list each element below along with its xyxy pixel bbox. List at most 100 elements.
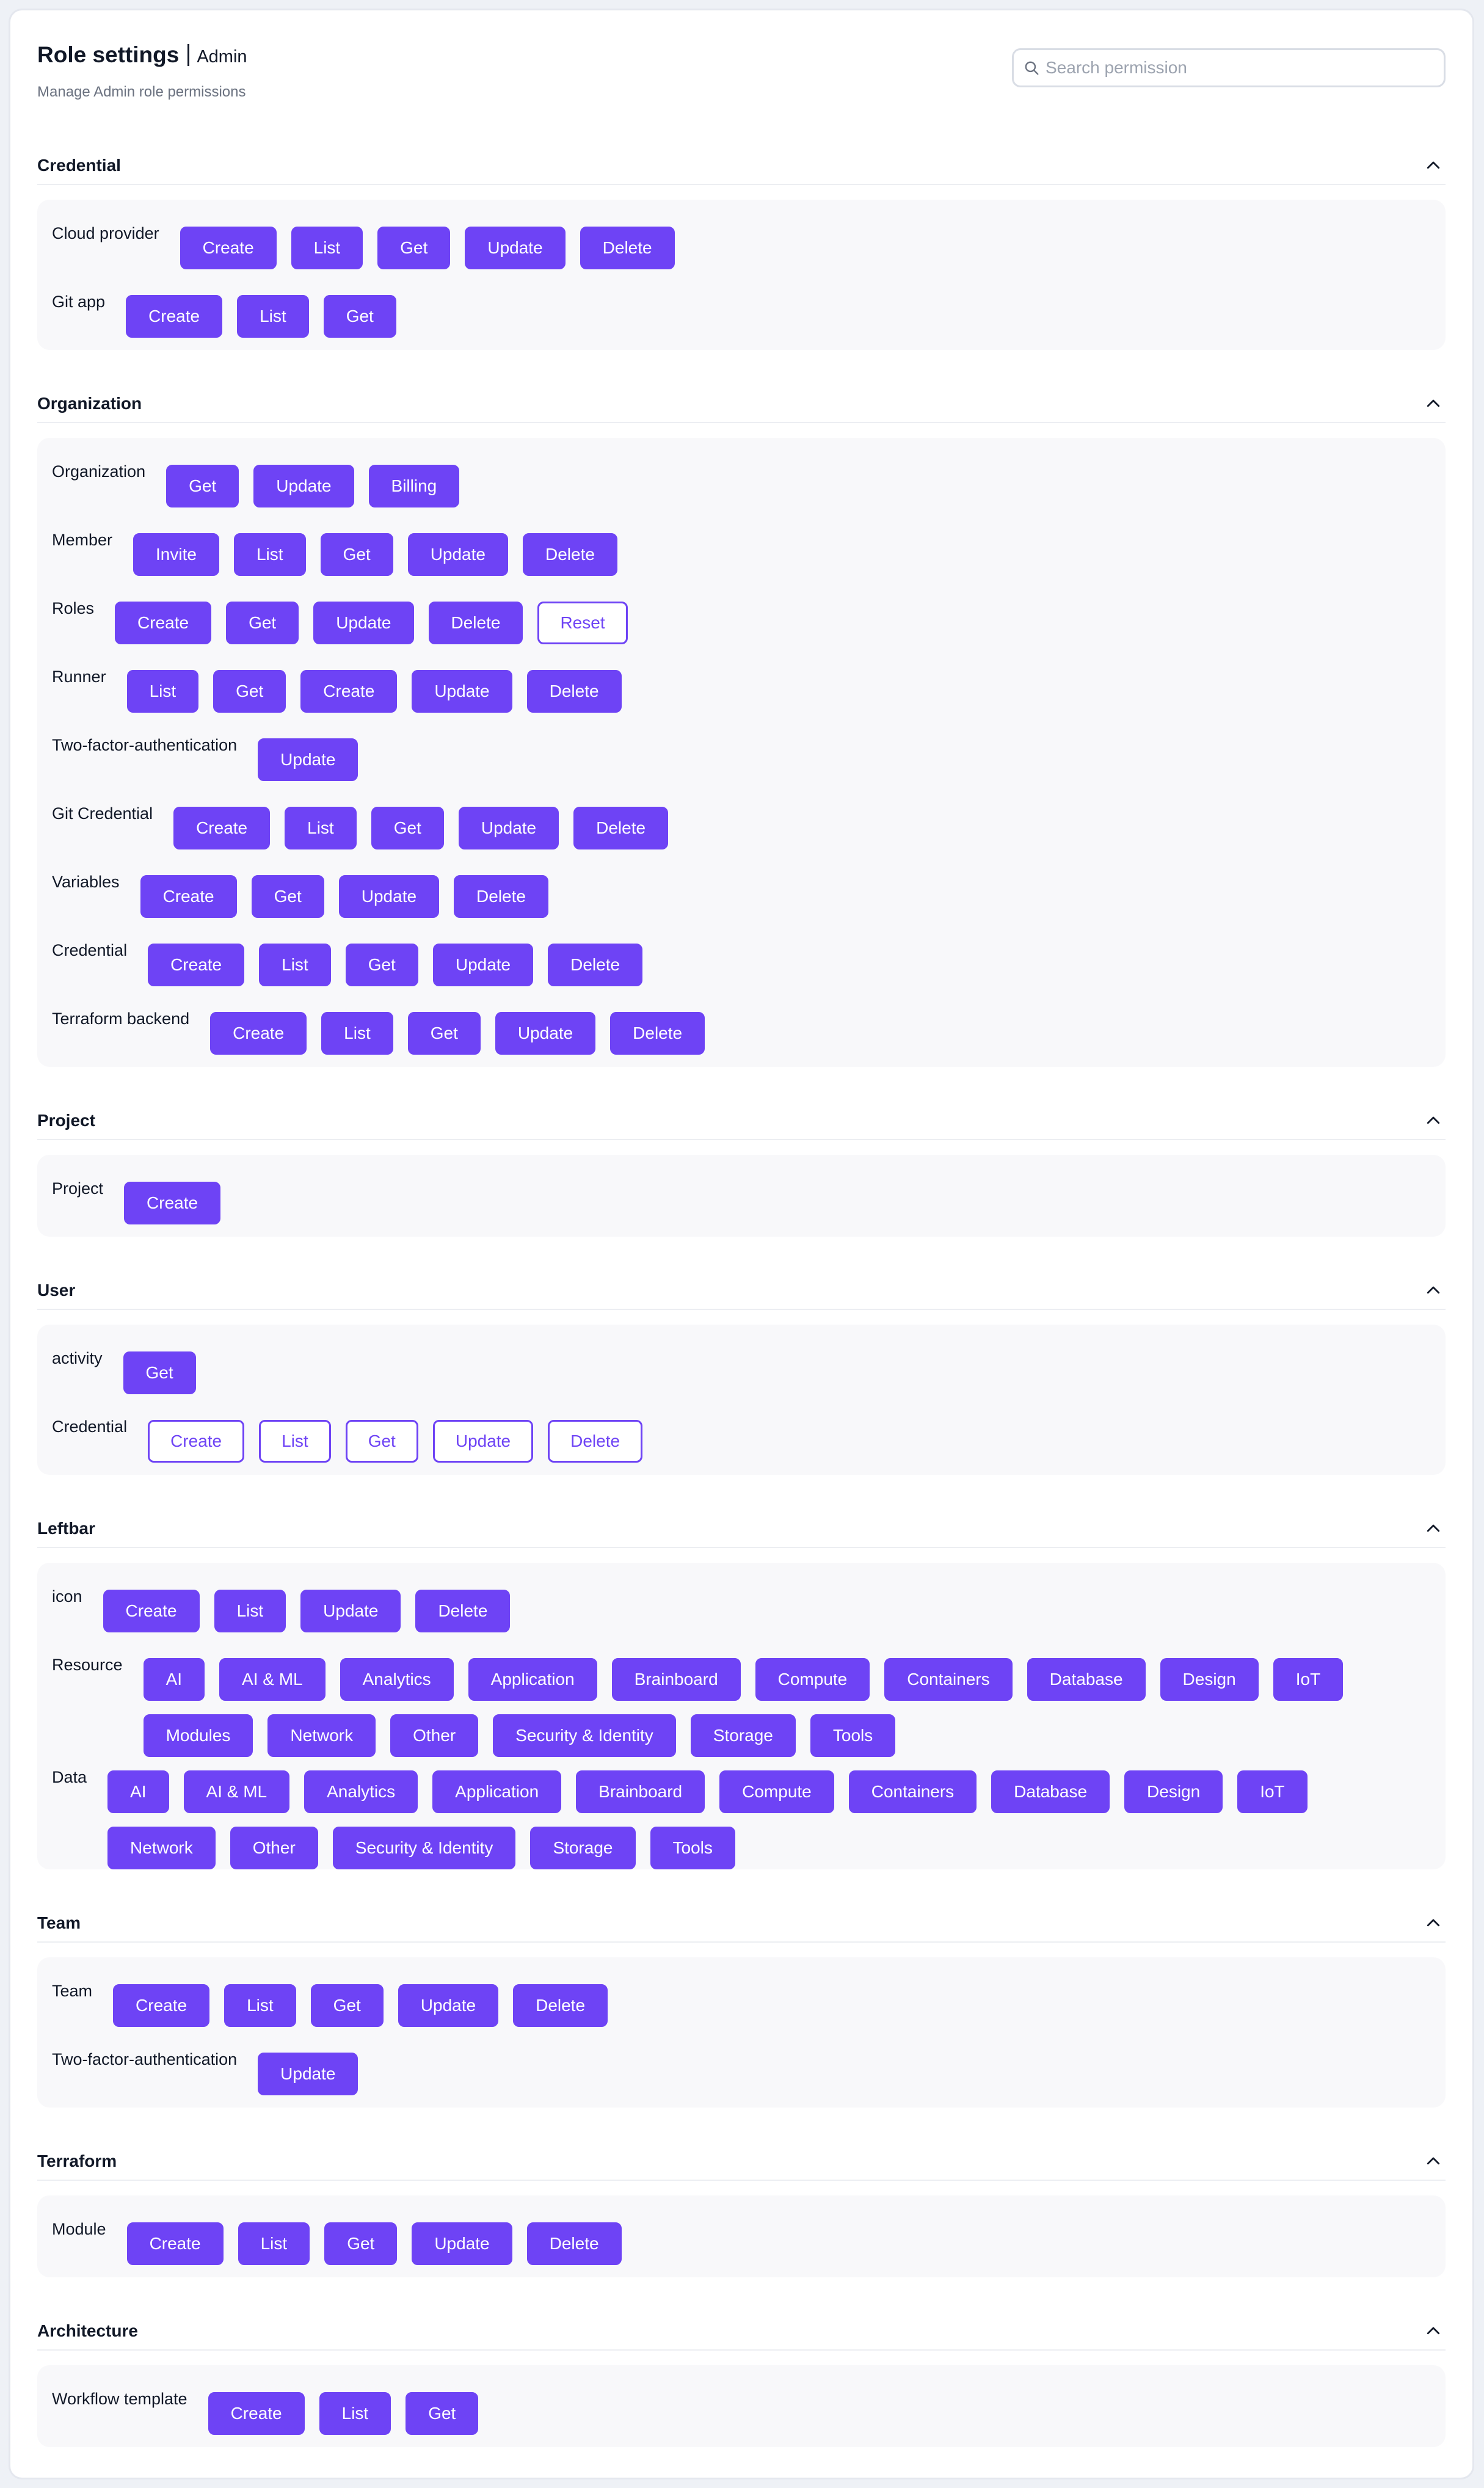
permission-tools-button[interactable]: Tools <box>810 1714 896 1757</box>
permission-create-button[interactable]: Create <box>300 670 398 713</box>
permission-get-button[interactable]: Get <box>310 1984 384 2027</box>
permission-delete-button[interactable]: Delete <box>522 533 617 576</box>
permission-brainboard-button[interactable]: Brainboard <box>611 1658 741 1701</box>
permission-create-button[interactable]: Create <box>115 602 212 644</box>
permission-update-button[interactable]: Update <box>338 875 440 918</box>
permission-delete-button[interactable]: Delete <box>526 2222 622 2265</box>
permission-update-button[interactable]: Update <box>458 807 559 849</box>
permission-create-button[interactable]: Create <box>103 1590 200 1632</box>
permission-delete-button[interactable]: Delete <box>454 875 548 918</box>
permission-list-button[interactable]: List <box>214 1590 286 1632</box>
search-input[interactable] <box>1046 58 1444 78</box>
permission-get-button[interactable]: Get <box>377 227 451 269</box>
chevron-up-icon[interactable] <box>1421 1108 1446 1133</box>
permission-create-button[interactable]: Create <box>148 944 245 986</box>
permission-get-button[interactable]: Get <box>345 944 418 986</box>
permission-delete-button[interactable]: Delete <box>610 1012 705 1055</box>
permission-delete-button[interactable]: Delete <box>526 670 622 713</box>
permission-ai-and-ml-button[interactable]: AI & ML <box>183 1770 290 1813</box>
permission-database-button[interactable]: Database <box>991 1770 1110 1813</box>
permission-ai-button[interactable]: AI <box>107 1770 169 1813</box>
permission-list-button[interactable]: List <box>319 2392 391 2435</box>
permission-ai-and-ml-button[interactable]: AI & ML <box>219 1658 326 1701</box>
permission-list-button[interactable]: List <box>238 2222 310 2265</box>
permission-get-button[interactable]: Get <box>323 295 396 338</box>
permission-get-button[interactable]: Get <box>407 1012 481 1055</box>
permission-delete-button[interactable]: Delete <box>415 1590 511 1632</box>
permission-security-and-identity-button[interactable]: Security & Identity <box>332 1827 516 1869</box>
permission-create-button[interactable]: Create <box>113 1984 210 2027</box>
permission-list-button[interactable]: List <box>237 295 309 338</box>
chevron-up-icon[interactable] <box>1421 1911 1446 1935</box>
permission-create-button[interactable]: Create <box>126 295 223 338</box>
permission-application-button[interactable]: Application <box>432 1770 562 1813</box>
permission-other-button[interactable]: Other <box>390 1714 479 1757</box>
permission-delete-button[interactable]: Delete <box>428 602 523 644</box>
permission-get-button[interactable]: Get <box>345 1420 418 1463</box>
permission-get-button[interactable]: Get <box>320 533 393 576</box>
permission-other-button[interactable]: Other <box>230 1827 318 1869</box>
permission-delete-button[interactable]: Delete <box>573 807 669 849</box>
search-box[interactable] <box>1012 48 1446 87</box>
permission-iot-button[interactable]: IoT <box>1273 1658 1344 1701</box>
permission-invite-button[interactable]: Invite <box>133 533 219 576</box>
permission-storage-button[interactable]: Storage <box>690 1714 796 1757</box>
permission-network-button[interactable]: Network <box>267 1714 376 1757</box>
permission-list-button[interactable]: List <box>259 944 331 986</box>
permission-update-button[interactable]: Update <box>313 602 414 644</box>
permission-ai-button[interactable]: AI <box>143 1658 205 1701</box>
permission-security-and-identity-button[interactable]: Security & Identity <box>493 1714 676 1757</box>
permission-create-button[interactable]: Create <box>173 807 271 849</box>
permission-list-button[interactable]: List <box>321 1012 393 1055</box>
permission-modules-button[interactable]: Modules <box>143 1714 253 1757</box>
permission-storage-button[interactable]: Storage <box>530 1827 636 1869</box>
permission-get-button[interactable]: Get <box>213 670 286 713</box>
permission-get-button[interactable]: Get <box>226 602 299 644</box>
permission-delete-button[interactable]: Delete <box>548 944 643 986</box>
permission-design-button[interactable]: Design <box>1124 1770 1223 1813</box>
chevron-up-icon[interactable] <box>1421 391 1446 416</box>
permission-tools-button[interactable]: Tools <box>650 1827 735 1869</box>
permission-update-button[interactable]: Update <box>495 1012 596 1055</box>
permission-network-button[interactable]: Network <box>107 1827 216 1869</box>
permission-analytics-button[interactable]: Analytics <box>304 1770 418 1813</box>
permission-list-button[interactable]: List <box>285 807 357 849</box>
permission-get-button[interactable]: Get <box>166 465 239 507</box>
permission-update-button[interactable]: Update <box>407 533 508 576</box>
permission-update-button[interactable]: Update <box>432 1420 534 1463</box>
permission-create-button[interactable]: Create <box>208 2392 305 2435</box>
permission-get-button[interactable]: Get <box>123 1351 196 1394</box>
permission-list-button[interactable]: List <box>233 533 306 576</box>
permission-create-button[interactable]: Create <box>140 875 237 918</box>
permission-delete-button[interactable]: Delete <box>548 1420 643 1463</box>
permission-get-button[interactable]: Get <box>324 2222 398 2265</box>
permission-create-button[interactable]: Create <box>126 2222 224 2265</box>
permission-get-button[interactable]: Get <box>371 807 444 849</box>
permission-update-button[interactable]: Update <box>300 1590 401 1632</box>
chevron-up-icon[interactable] <box>1421 2319 1446 2343</box>
permission-update-button[interactable]: Update <box>412 670 512 713</box>
chevron-up-icon[interactable] <box>1421 1516 1446 1541</box>
permission-update-button[interactable]: Update <box>253 465 354 507</box>
chevron-up-icon[interactable] <box>1421 1278 1446 1303</box>
permission-update-button[interactable]: Update <box>258 2053 358 2095</box>
permission-list-button[interactable]: List <box>259 1420 331 1463</box>
permission-design-button[interactable]: Design <box>1160 1658 1259 1701</box>
permission-update-button[interactable]: Update <box>465 227 566 269</box>
permission-containers-button[interactable]: Containers <box>848 1770 977 1813</box>
permission-list-button[interactable]: List <box>224 1984 296 2027</box>
permission-containers-button[interactable]: Containers <box>884 1658 1013 1701</box>
permission-update-button[interactable]: Update <box>398 1984 499 2027</box>
permission-delete-button[interactable]: Delete <box>580 227 675 269</box>
permission-analytics-button[interactable]: Analytics <box>340 1658 454 1701</box>
permission-update-button[interactable]: Update <box>258 738 358 781</box>
permission-get-button[interactable]: Get <box>251 875 324 918</box>
permission-update-button[interactable]: Update <box>412 2222 512 2265</box>
permission-create-button[interactable]: Create <box>124 1182 221 1224</box>
permission-application-button[interactable]: Application <box>468 1658 597 1701</box>
permission-compute-button[interactable]: Compute <box>719 1770 834 1813</box>
permission-update-button[interactable]: Update <box>432 944 534 986</box>
permission-billing-button[interactable]: Billing <box>368 465 460 507</box>
permission-database-button[interactable]: Database <box>1027 1658 1146 1701</box>
permission-create-button[interactable]: Create <box>180 227 277 269</box>
